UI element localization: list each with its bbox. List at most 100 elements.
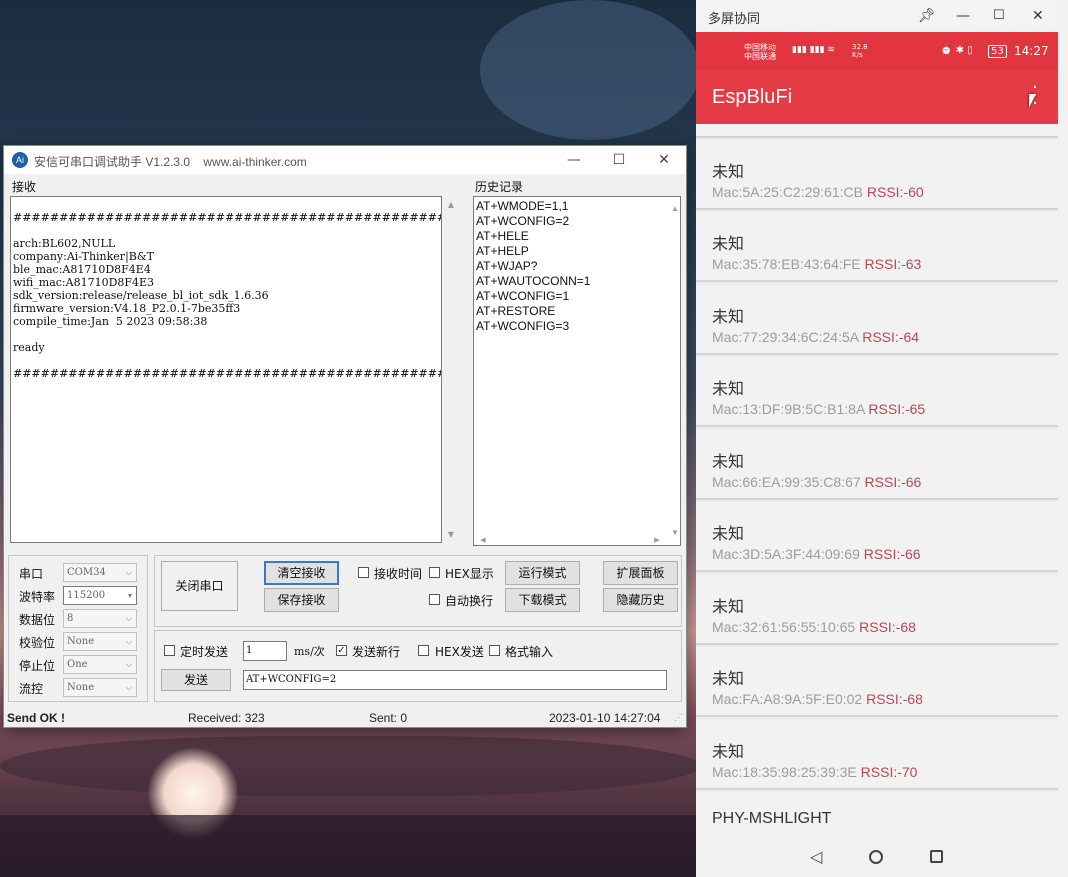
- maximize-button[interactable]: ☐: [604, 150, 634, 170]
- background-ground: [0, 815, 700, 877]
- list-item[interactable]: 未知 Mac:77:29:34:6C:24:5A RSSI:-64: [696, 285, 1058, 355]
- scroll-up-icon[interactable]: ▲: [444, 200, 458, 209]
- receive-scrollbar[interactable]: ▲ ▼: [444, 196, 458, 543]
- maximize-icon[interactable]: ☐: [993, 8, 1005, 23]
- history-list[interactable]: AT+WMODE=1,1 AT+WCONFIG=2 AT+HELE AT+HEL…: [473, 196, 681, 546]
- history-item[interactable]: AT+WCONFIG=2: [476, 214, 678, 229]
- received-count: Received: 323: [188, 711, 265, 725]
- minimize-button[interactable]: —: [559, 150, 589, 170]
- history-item[interactable]: AT+WCONFIG=3: [476, 319, 678, 334]
- chevron-down-icon: ⌵: [125, 568, 132, 577]
- list-item[interactable]: 未知 Mac:35:78:EB:43:64:FE RSSI:-63: [696, 212, 1058, 282]
- battery-icon: 53: [988, 45, 1007, 58]
- history-scroll-down-icon[interactable]: ▼: [668, 525, 682, 540]
- recents-icon[interactable]: [930, 850, 943, 863]
- status-bar: Send OK ! Received: 323 Sent: 0 2023-01-…: [4, 709, 686, 727]
- chevron-down-icon: ⌵: [125, 637, 132, 646]
- send-input[interactable]: AT+WCONFIG=2: [243, 670, 667, 690]
- format-input-checkbox[interactable]: [489, 645, 500, 656]
- minimize-icon[interactable]: —: [956, 8, 970, 24]
- expand-panel-button[interactable]: 扩展面板: [603, 561, 678, 585]
- stopbits-select[interactable]: One ⌵: [63, 655, 137, 674]
- send-newline-checkbox[interactable]: ✓: [336, 645, 347, 656]
- serial-assistant-window: Ai 安信可串口调试助手 V1.2.3.0 www.ai-thinker.com…: [3, 145, 687, 728]
- history-scroll-right-icon[interactable]: ▶: [650, 533, 664, 548]
- timed-send-checkbox[interactable]: [164, 645, 175, 656]
- phone-window: 多屏协同 📌︎ — ☐ ✕ 中国移动 中国联通 ▮▮▮ ▮▮▮ ≋ 32.8 K…: [696, 0, 1068, 877]
- chevron-down-icon: ⌵: [125, 683, 132, 692]
- history-item[interactable]: AT+HELE: [476, 229, 678, 244]
- phone-title-bar[interactable]: 多屏协同 📌︎ — ☐ ✕: [696, 0, 1058, 32]
- history-item[interactable]: AT+RESTORE: [476, 304, 678, 319]
- list-item[interactable]: [696, 124, 1058, 138]
- databits-label: 数据位: [19, 613, 56, 627]
- chevron-down-icon: ▾: [127, 591, 132, 600]
- parity-label: 校验位: [19, 636, 56, 650]
- interval-unit-label: ms/次: [294, 645, 325, 658]
- history-item[interactable]: AT+WAUTOCONN=1: [476, 274, 678, 289]
- parity-select[interactable]: None ⌵: [63, 632, 137, 651]
- history-item[interactable]: AT+WCONFIG=1: [476, 289, 678, 304]
- chevron-down-icon: ⌵: [125, 614, 132, 623]
- timed-send-label: 定时发送: [180, 645, 229, 659]
- port-select[interactable]: COM34 ⌵: [63, 563, 137, 582]
- format-input-label: 格式输入: [505, 645, 554, 659]
- list-item[interactable]: PHY-MSHLIGHT: [696, 792, 1058, 837]
- hide-history-button[interactable]: 隐藏历史: [603, 588, 678, 612]
- phone-clock: 14:27: [1014, 44, 1049, 58]
- history-label: 历史记录: [475, 180, 524, 194]
- send-status: Send OK !: [7, 711, 66, 725]
- back-icon[interactable]: ◁: [810, 847, 822, 866]
- history-item[interactable]: AT+WMODE=1,1: [476, 199, 678, 214]
- pin-icon[interactable]: 📌︎: [918, 8, 936, 24]
- app-logo-icon: Ai: [12, 152, 28, 168]
- baud-select[interactable]: 115200 ▾: [63, 586, 137, 605]
- control-panel: 关闭串口 清空接收 保存接收 接收时间 HEX显示 自动换行 运行模式 下载模式…: [154, 555, 682, 627]
- home-icon[interactable]: [869, 850, 883, 864]
- send-newline-label: 发送新行: [352, 645, 401, 659]
- databits-select[interactable]: 8 ⌵: [63, 609, 137, 628]
- resize-grip-icon[interactable]: ⋰: [674, 712, 683, 723]
- flowctrl-select[interactable]: None ⌵: [63, 678, 137, 697]
- hex-display-checkbox[interactable]: [429, 567, 440, 578]
- list-item[interactable]: 未知 Mac:13:DF:9B:5C:B1:8A RSSI:-65: [696, 357, 1058, 427]
- auto-wrap-checkbox[interactable]: [429, 594, 440, 605]
- list-item[interactable]: 未知 Mac:5A:25:C2:29:61:CB RSSI:-60: [696, 140, 1058, 210]
- list-item[interactable]: 未知 Mac:32:61:56:55:10:65 RSSI:-68: [696, 575, 1058, 645]
- status-time: 2023-01-10 14:27:04: [549, 711, 661, 725]
- save-receive-button[interactable]: 保存接收: [264, 588, 339, 612]
- sent-count: Sent: 0: [369, 711, 408, 725]
- list-item[interactable]: 未知 Mac:FA:A8:9A:5F:E0:02 RSSI:-68: [696, 647, 1058, 717]
- history-scroll-left-icon[interactable]: ◀: [476, 533, 490, 548]
- download-mode-button[interactable]: 下载模式: [505, 588, 580, 612]
- phone-nav-bar: ◁: [696, 837, 1058, 877]
- receive-textarea[interactable]: ########################################…: [10, 196, 442, 543]
- chevron-down-icon: ⌵: [125, 660, 132, 669]
- interval-input[interactable]: 1: [243, 641, 287, 661]
- clear-receive-button[interactable]: 清空接收: [264, 561, 339, 585]
- list-item[interactable]: 未知 Mac:18:35:98:25:39:3E RSSI:-70: [696, 720, 1058, 790]
- close-button[interactable]: ✕: [649, 150, 679, 170]
- hex-send-checkbox[interactable]: [418, 645, 429, 656]
- list-item[interactable]: 未知 Mac:66:EA:99:35:C8:67 RSSI:-66: [696, 430, 1058, 500]
- close-icon[interactable]: ✕: [1032, 8, 1044, 24]
- hex-send-label: HEX发送: [435, 645, 484, 659]
- history-item[interactable]: AT+HELP: [476, 244, 678, 259]
- app-bar: EspBluFi · · ·: [696, 70, 1058, 124]
- hex-display-label: HEX显示: [445, 567, 494, 581]
- title-bar[interactable]: Ai 安信可串口调试助手 V1.2.3.0 www.ai-thinker.com…: [4, 146, 686, 174]
- device-list[interactable]: 未知 Mac:5A:25:C2:29:61:CB RSSI:-60 未知 Mac…: [696, 124, 1058, 837]
- list-item[interactable]: 未知 Mac:3D:5A:3F:44:09:69 RSSI:-66: [696, 502, 1058, 572]
- history-scroll-up-icon[interactable]: ▲: [668, 201, 682, 216]
- background-cloud: [0, 736, 700, 796]
- signal-icon: ▮▮▮ ▮▮▮ ≋: [792, 45, 835, 55]
- background-glow: [480, 0, 700, 140]
- close-port-button[interactable]: 关闭串口: [161, 561, 238, 611]
- app-title: EspBluFi: [712, 86, 793, 108]
- flowctrl-label: 流控: [19, 682, 44, 696]
- receive-time-checkbox[interactable]: [358, 567, 369, 578]
- run-mode-button[interactable]: 运行模式: [505, 561, 580, 585]
- history-item[interactable]: AT+WJAP?: [476, 259, 678, 274]
- send-button[interactable]: 发送: [161, 669, 231, 691]
- scroll-down-icon[interactable]: ▼: [444, 530, 458, 539]
